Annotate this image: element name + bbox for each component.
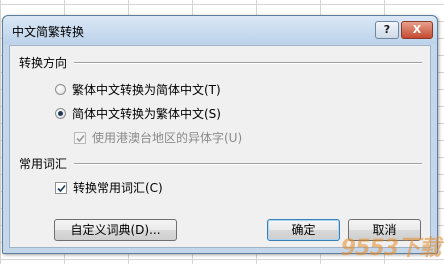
dialog-body: 转换方向 繁体中文转换为简体中文(T) 简体中文转换为繁体中文(S) 使用港澳台… <box>9 45 431 248</box>
checkbox-common-vocab-label: 转换常用词汇(C) <box>73 181 163 195</box>
title-bar: 中文简繁转换 ? X <box>3 16 437 44</box>
chinese-conversion-dialog: 中文简繁转换 ? X 转换方向 繁体中文转换为简体中文(T) 简体中文转换为繁体… <box>2 15 438 254</box>
checkbox-box <box>74 131 86 144</box>
watermark-logo: 9553下载 <box>340 236 441 261</box>
checkbox-variant-characters-label: 使用港澳台地区的异体字(U) <box>92 131 243 145</box>
radio-simp-to-trad[interactable]: 简体中文转换为繁体中文(S) <box>55 105 221 122</box>
divider <box>74 163 422 165</box>
checkmark-icon <box>57 184 66 192</box>
checkbox-common-vocab[interactable]: 转换常用词汇(C) <box>55 179 163 196</box>
ok-button[interactable]: 确定 <box>267 219 340 241</box>
close-icon: X <box>412 23 422 36</box>
radio-trad-to-simp[interactable]: 繁体中文转换为简体中文(T) <box>55 81 221 98</box>
dialog-title: 中文简繁转换 <box>12 25 85 39</box>
radio-trad-to-simp-label: 繁体中文转换为简体中文(T) <box>72 83 221 97</box>
direction-group-title: 转换方向 <box>19 56 68 70</box>
custom-dictionary-button[interactable]: 自定义词典(D)... <box>54 219 177 241</box>
vocab-group-title: 常用词汇 <box>19 157 68 171</box>
checkbox-variant-characters[interactable]: 使用港澳台地区的异体字(U) <box>74 129 242 146</box>
divider <box>74 62 422 64</box>
help-button[interactable]: ? <box>375 21 399 39</box>
radio-simp-to-trad-label: 简体中文转换为繁体中文(S) <box>72 107 221 121</box>
checkbox-box <box>55 181 67 194</box>
close-button[interactable]: X <box>401 21 433 39</box>
radio-circle-selected <box>55 108 66 119</box>
radio-circle <box>55 84 66 95</box>
checkmark-icon <box>76 134 85 142</box>
